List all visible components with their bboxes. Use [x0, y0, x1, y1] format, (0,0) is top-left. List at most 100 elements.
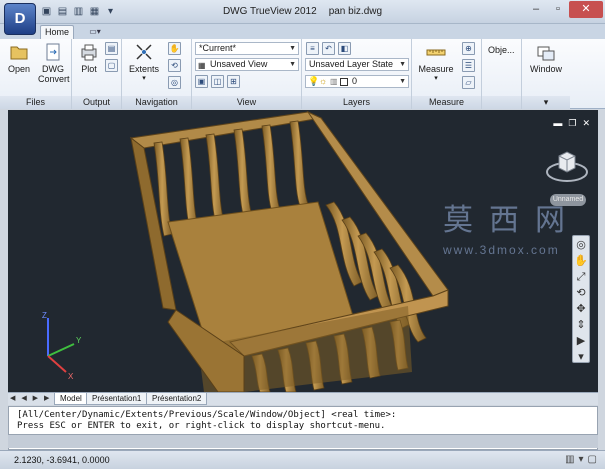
visual-style-dropdown[interactable]: *Current* ▼: [195, 42, 299, 55]
watermark-url: www.3dmox.com: [443, 243, 560, 257]
close-button[interactable]: ✕: [569, 1, 603, 18]
pan-icon[interactable]: ✋: [573, 254, 589, 268]
layer-properties-icon[interactable]: ≡: [306, 42, 319, 55]
tab-presentation1[interactable]: Présentation1: [86, 393, 148, 405]
orbit-icon[interactable]: ⟲: [573, 286, 589, 300]
open-label: Open: [7, 64, 31, 74]
ucs-x-label: X: [68, 372, 74, 381]
navigation-panel: Extents ▾ ✋ ⟲ ◎ Navigation: [122, 39, 192, 109]
walk-icon[interactable]: ⇕: [573, 318, 589, 332]
list-icon[interactable]: ☰: [462, 59, 475, 72]
command-history-line-2: Press ESC or ENTER to exit, or right-cli…: [17, 421, 386, 431]
files-panel: Open DWG Convert Files: [0, 39, 72, 109]
viewcube-icon[interactable]: [544, 142, 590, 188]
area-icon[interactable]: ▱: [462, 76, 475, 89]
dwg-convert-label-2: Convert: [38, 74, 70, 84]
view-panel-title: View: [192, 96, 301, 109]
application-menu-button[interactable]: D: [4, 3, 36, 35]
layer-previous-icon[interactable]: ↶: [322, 42, 335, 55]
status-menu-icon[interactable]: ▾: [579, 454, 584, 465]
objects-panel: Obje...: [482, 39, 522, 109]
layer-dropdown[interactable]: 💡 ☼ ▥ 0 ▼: [305, 75, 409, 88]
look-icon[interactable]: ✥: [573, 302, 589, 316]
window-button[interactable]: Window: [526, 42, 566, 74]
window-dropdown-icon[interactable]: ▾: [544, 97, 549, 107]
maximize-button[interactable]: ▫: [547, 1, 569, 18]
extents-button[interactable]: Extents ▾: [126, 42, 162, 84]
tab-presentation2[interactable]: Présentation2: [146, 393, 208, 405]
steering-wheel-icon[interactable]: ◎: [573, 238, 589, 252]
measure-dropdown-icon[interactable]: ▾: [418, 74, 454, 84]
drawing-canvas[interactable]: Z Y X ▬ ❐ ✕ Unnamed 莫西网 www.3dmox.com ◎ …: [8, 110, 598, 392]
layers-panel: ≡ ↶ ◧ Unsaved Layer State ▼ 💡 ☼ ▥ 0 ▼ Lay…: [302, 39, 412, 109]
showmotion-icon[interactable]: ▶: [573, 334, 589, 348]
plot-label: Plot: [81, 64, 97, 74]
visual-style-value: *Current*: [199, 43, 237, 53]
files-panel-title: Files: [0, 96, 71, 109]
id-point-icon[interactable]: ⊕: [462, 42, 475, 55]
toolbar-lock-icon[interactable]: ▥: [565, 454, 574, 465]
layer-isolate-icon[interactable]: ◧: [338, 42, 351, 55]
preview-icon[interactable]: ▢: [105, 59, 118, 72]
title-bar: D ▣ ▤ ▥ ▦ ▾ DWG TrueView 2012 pan biz.dwg…: [0, 0, 605, 35]
lightbulb-icon: 💡: [308, 76, 320, 86]
ribbon: Open DWG Convert Files Plot ▤ ▢ Output E…: [0, 39, 605, 109]
chevron-down-icon: ▼: [289, 61, 296, 68]
watermark: 莫西网 www.3dmox.com: [443, 195, 581, 257]
tab-model[interactable]: Model: [54, 393, 88, 405]
viewport-two-icon[interactable]: ◫: [211, 75, 224, 88]
coordinate-readout: 2.1230, -3.6941, 0.0000: [14, 455, 110, 465]
objects-panel-title: [482, 96, 521, 109]
measure-button[interactable]: Measure ▾: [418, 42, 454, 84]
file-name: pan biz.dwg: [328, 6, 383, 17]
window-label: Window: [529, 64, 562, 74]
viewport-minimize-icon[interactable]: ▬: [553, 118, 562, 129]
pan-hand-icon[interactable]: ✋: [168, 42, 181, 55]
chevron-down-icon: ▼: [399, 78, 406, 85]
color-swatch-icon: [340, 78, 348, 86]
minimize-button[interactable]: –: [525, 1, 547, 18]
viewport-close-icon[interactable]: ✕: [582, 118, 590, 129]
steering-wheel-icon[interactable]: ◎: [168, 76, 181, 89]
zoom-icon[interactable]: ⤢: [573, 270, 589, 284]
ucs-y-label: Y: [76, 336, 82, 345]
app-title: DWG TrueView 2012: [222, 6, 317, 17]
layout-tab-bar: ◀ ◀ ▶ ▶ Model Présentation1 Présentation…: [8, 392, 598, 405]
command-history-line-1: [All/Center/Dynamic/Extents/Previous/Sca…: [17, 410, 397, 420]
switch-windows-icon: [537, 46, 555, 61]
layer-state-dropdown[interactable]: Unsaved Layer State ▼: [305, 58, 409, 71]
ucs-z-label: Z: [42, 311, 47, 320]
open-button[interactable]: Open: [4, 42, 34, 74]
tab-home[interactable]: Home: [40, 25, 74, 40]
status-bar: 2.1230, -3.6941, 0.0000 ▥ ▾ ▢: [0, 450, 605, 469]
measure-panel-title: Measure: [412, 96, 481, 109]
chevron-down-icon: ▼: [399, 61, 406, 68]
fullscreen-icon[interactable]: ▢: [588, 454, 597, 465]
dwg-convert-button[interactable]: DWG Convert: [38, 42, 70, 84]
batch-plot-icon[interactable]: ▤: [105, 42, 118, 55]
extents-label: Extents: [128, 64, 159, 74]
objects-label[interactable]: Obje...: [488, 45, 515, 55]
ucs-icon: [47, 318, 75, 373]
sun-icon: ☼: [319, 76, 328, 86]
extents-dropdown-icon[interactable]: ▾: [126, 74, 162, 84]
viewport-restore-icon[interactable]: ❐: [568, 118, 576, 129]
named-view-dropdown[interactable]: ▦ Unsaved View ▼: [195, 58, 299, 71]
navbar-menu-icon[interactable]: ▾: [573, 350, 589, 364]
watermark-chinese: 莫西网: [443, 203, 581, 238]
view-icon: ▦: [198, 61, 206, 70]
navigation-panel-title: Navigation: [122, 96, 191, 109]
viewport-three-icon[interactable]: ⊞: [227, 75, 240, 88]
current-layer-value: 0: [352, 76, 358, 86]
dwg-convert-icon: [46, 43, 60, 61]
dwg-convert-label-1: DWG: [42, 64, 64, 74]
viewport-single-icon[interactable]: ▣: [195, 75, 208, 88]
window-panel-title: ▾: [522, 96, 570, 109]
lock-icon: ▥: [330, 77, 338, 86]
ribbon-minimize-icon[interactable]: ▭▾: [84, 27, 106, 37]
orbit-icon[interactable]: ⟲: [168, 59, 181, 72]
measure-panel: Measure ▾ ⊕ ☰ ▱ Measure: [412, 39, 482, 109]
layout-nav-arrows[interactable]: ◀ ◀ ▶ ▶: [10, 394, 51, 402]
plot-button[interactable]: Plot: [74, 42, 104, 74]
command-input[interactable]: [8, 434, 598, 448]
